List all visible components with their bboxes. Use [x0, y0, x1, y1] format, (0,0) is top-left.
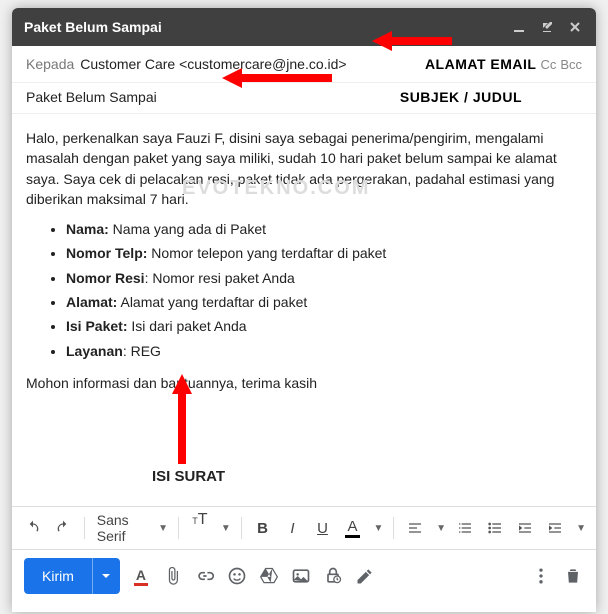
detail-list: Nama: Nama yang ada di Paket Nomor Telp:… — [66, 219, 582, 361]
format-toolbar: Sans Serif ▼ TT ▼ B I U A ▼ ▼ ▼ — [12, 506, 596, 550]
chevron-down-icon[interactable]: ▼ — [221, 523, 231, 534]
bottom-bar: Kirim A — [12, 550, 596, 602]
annotation-body: ISI SURAT — [152, 466, 225, 488]
undo-button[interactable] — [20, 511, 46, 545]
list-item: Nomor Telp: Nomor telepon yang terdaftar… — [66, 243, 582, 263]
annotation-subject: SUBJEK / JUDUL — [400, 89, 522, 105]
body-intro: Halo, perkenalkan saya Fauzi F, disini s… — [26, 128, 582, 209]
list-item: Nomor Resi: Nomor resi paket Anda — [66, 268, 582, 288]
chevron-down-icon[interactable]: ▼ — [158, 523, 168, 534]
body-closing: Mohon informasi dan bantuannya, terima k… — [26, 373, 582, 393]
list-item: Nama: Nama yang ada di Paket — [66, 219, 582, 239]
bold-button[interactable]: B — [250, 511, 276, 545]
list-item: Layanan: REG — [66, 341, 582, 361]
chevron-down-icon[interactable]: ▼ — [436, 523, 446, 534]
indent-less-button[interactable] — [512, 511, 538, 545]
popout-icon[interactable] — [538, 18, 556, 36]
to-recipient: Customer Care <customercare@jne.co.id> — [80, 56, 346, 72]
drive-icon[interactable] — [258, 565, 280, 587]
link-icon[interactable] — [194, 565, 216, 587]
redo-button[interactable] — [50, 511, 76, 545]
more-icon[interactable] — [530, 565, 552, 587]
list-item: Alamat: Alamat yang terdaftar di paket — [66, 292, 582, 312]
italic-button[interactable]: I — [280, 511, 306, 545]
to-label: Kepada — [26, 56, 74, 72]
list-item: Isi Paket: Isi dari paket Anda — [66, 316, 582, 336]
font-size-button[interactable]: TT — [187, 511, 213, 545]
delete-icon[interactable] — [562, 565, 584, 587]
format-text-button[interactable]: A — [130, 565, 152, 587]
send-options-button[interactable] — [92, 558, 120, 594]
indent-more-button[interactable] — [542, 511, 568, 545]
chevron-down-icon[interactable]: ▼ — [374, 523, 384, 534]
underline-button[interactable]: U — [310, 511, 336, 545]
send-button[interactable]: Kirim — [24, 558, 92, 594]
emoji-icon[interactable] — [226, 565, 248, 587]
close-icon[interactable] — [566, 18, 584, 36]
subject-row[interactable]: Paket Belum Sampai SUBJEK / JUDUL — [12, 82, 596, 114]
attach-icon[interactable] — [162, 565, 184, 587]
annotation-email: ALAMAT EMAIL — [425, 56, 537, 72]
bullet-list-button[interactable] — [482, 511, 508, 545]
cc-link[interactable]: Cc — [540, 57, 556, 72]
titlebar: Paket Belum Sampai — [12, 8, 596, 46]
email-body[interactable]: EVOTEKNO.COM Halo, perkenalkan saya Fauz… — [12, 114, 596, 506]
subject-input[interactable]: Paket Belum Sampai — [26, 89, 157, 105]
pen-icon[interactable] — [354, 565, 376, 587]
align-button[interactable] — [402, 511, 428, 545]
window-title: Paket Belum Sampai — [24, 19, 500, 35]
bcc-link[interactable]: Bcc — [560, 57, 582, 72]
send-button-group: Kirim — [24, 558, 120, 594]
compose-window: Paket Belum Sampai Kepada Customer Care … — [12, 8, 596, 612]
font-select[interactable]: Sans Serif — [93, 512, 150, 544]
text-color-button[interactable]: A — [340, 511, 366, 545]
chevron-down-icon[interactable]: ▼ — [576, 523, 586, 534]
minimize-icon[interactable] — [510, 18, 528, 36]
photo-icon[interactable] — [290, 565, 312, 587]
confidential-icon[interactable] — [322, 565, 344, 587]
to-row[interactable]: Kepada Customer Care <customercare@jne.c… — [12, 46, 596, 82]
ordered-list-button[interactable] — [452, 511, 478, 545]
